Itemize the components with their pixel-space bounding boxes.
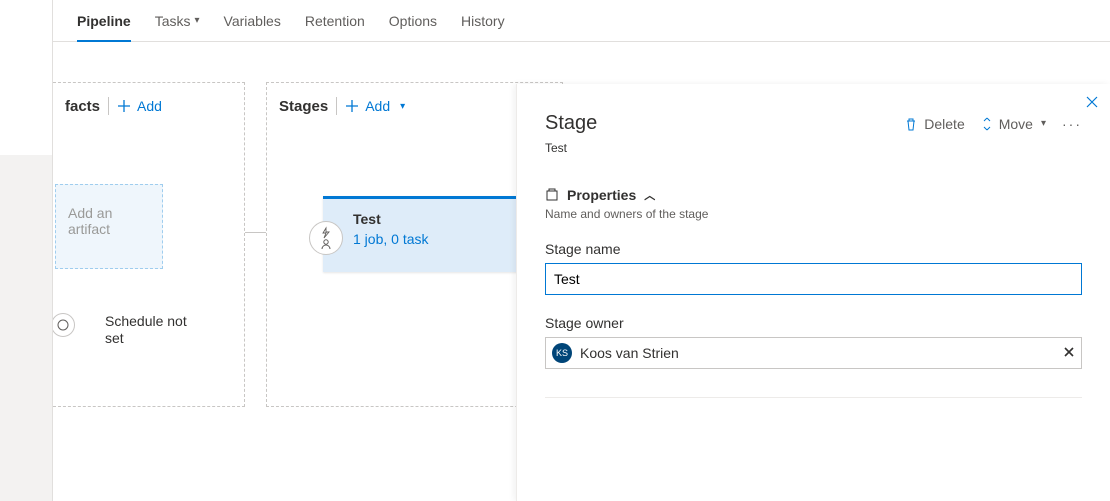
move-label: Move xyxy=(999,116,1033,132)
add-artifact-card[interactable]: Add an artifact xyxy=(55,184,163,269)
stage-name: Test xyxy=(353,211,429,227)
clock-icon xyxy=(53,313,75,337)
move-stage-button[interactable]: Move ▾ xyxy=(981,116,1046,132)
chevron-down-icon: ▾ xyxy=(194,15,199,26)
plus-icon xyxy=(117,99,131,113)
delete-stage-button[interactable]: Delete xyxy=(904,116,964,132)
tab-history[interactable]: History xyxy=(461,0,505,42)
stage-owner-label: Stage owner xyxy=(545,315,1082,331)
add-artifact-button[interactable]: Add xyxy=(117,98,162,114)
artifacts-lane: facts Add Add an artifact Schedule xyxy=(53,82,245,407)
stage-name-label: Stage name xyxy=(545,241,1082,257)
properties-heading: Properties xyxy=(567,187,636,203)
divider xyxy=(108,97,109,115)
schedule-line2: set xyxy=(105,330,187,347)
pre-deployment-conditions-button[interactable] xyxy=(309,221,343,255)
stage-properties-panel: Stage Delete Move ▾ ··· Test xyxy=(516,84,1110,501)
stage-owner-field[interactable]: KS Koos van Strien xyxy=(545,337,1082,369)
close-panel-button[interactable] xyxy=(1080,90,1104,114)
owner-avatar: KS xyxy=(552,343,572,363)
person-icon xyxy=(320,238,332,250)
tab-pipeline[interactable]: Pipeline xyxy=(77,0,131,42)
tab-options[interactable]: Options xyxy=(389,0,437,42)
add-artifact-text1: Add an xyxy=(68,205,150,221)
stage-tasks-link[interactable]: 1 job, 0 task xyxy=(353,231,429,247)
artifacts-title: facts xyxy=(65,98,100,115)
owner-name: Koos van Strien xyxy=(580,345,679,361)
bolt-icon xyxy=(320,228,332,238)
tab-variables[interactable]: Variables xyxy=(224,0,281,42)
add-stage-label: Add xyxy=(365,98,390,114)
clear-owner-button[interactable] xyxy=(1063,345,1075,361)
plus-icon xyxy=(345,99,359,113)
panel-divider xyxy=(545,397,1082,398)
add-artifact-label: Add xyxy=(137,98,162,114)
more-actions-button[interactable]: ··· xyxy=(1062,116,1082,132)
close-icon xyxy=(1063,346,1075,358)
trash-icon xyxy=(904,117,918,131)
divider xyxy=(336,97,337,115)
chevron-down-icon: ▾ xyxy=(1041,118,1046,129)
delete-label: Delete xyxy=(924,116,964,132)
add-stage-button[interactable]: Add ▾ xyxy=(345,98,405,114)
chevron-up-icon[interactable]: ︿ xyxy=(644,187,655,203)
tab-tasks-label: Tasks xyxy=(155,13,191,29)
schedule-line1: Schedule not xyxy=(105,313,187,330)
add-artifact-text2: artifact xyxy=(68,221,150,237)
stages-title: Stages xyxy=(279,98,328,115)
close-icon xyxy=(1085,95,1099,109)
properties-subheading: Name and owners of the stage xyxy=(545,207,1082,221)
chevron-down-icon: ▾ xyxy=(400,101,405,112)
properties-icon xyxy=(545,188,559,202)
tab-tasks[interactable]: Tasks ▾ xyxy=(155,0,200,42)
schedule-trigger[interactable]: Schedule not set xyxy=(71,313,187,347)
panel-title: Stage xyxy=(545,112,597,135)
panel-subtitle: Test xyxy=(545,141,1082,155)
pipeline-tabs: Pipeline Tasks ▾ Variables Retention Opt… xyxy=(53,0,1110,42)
stage-name-input[interactable] xyxy=(545,263,1082,295)
tab-retention[interactable]: Retention xyxy=(305,0,365,42)
move-icon xyxy=(981,117,993,131)
